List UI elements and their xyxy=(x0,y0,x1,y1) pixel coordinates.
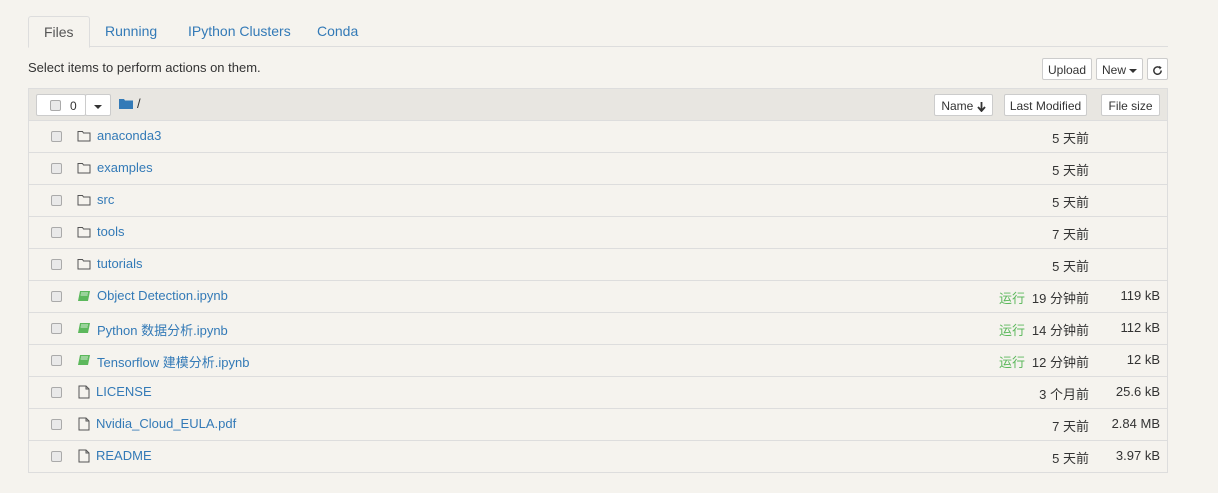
last-modified: 7 天前 xyxy=(1052,227,1089,242)
last-modified: 5 天前 xyxy=(1052,259,1089,274)
item-checkbox[interactable] xyxy=(51,451,62,462)
folder-icon xyxy=(77,131,91,142)
last-modified: 7 天前 xyxy=(1052,419,1089,434)
file-list-header: 0 / Name Last Modified File size xyxy=(29,89,1167,121)
item-name-link[interactable]: Object Detection.ipynb xyxy=(97,288,228,303)
last-modified: 5 天前 xyxy=(1052,451,1089,466)
file-icon xyxy=(78,449,90,463)
list-item[interactable]: tutorials 5 天前 xyxy=(29,249,1167,281)
list-item[interactable]: README 5 天前 3.97 kB xyxy=(29,441,1167,473)
item-checkbox[interactable] xyxy=(51,419,62,430)
item-name-link[interactable]: tools xyxy=(97,224,124,239)
folder-icon xyxy=(119,99,133,109)
file-list-panel: 0 / Name Last Modified File size anacond… xyxy=(28,88,1168,473)
item-name-link[interactable]: anaconda3 xyxy=(97,128,161,143)
tab-running[interactable]: Running xyxy=(105,16,157,46)
last-modified: 5 天前 xyxy=(1052,195,1089,210)
sort-by-name-button[interactable]: Name xyxy=(934,94,993,116)
item-name-link[interactable]: Nvidia_Cloud_EULA.pdf xyxy=(96,416,236,431)
last-modified: 5 天前 xyxy=(1052,131,1089,146)
list-item[interactable]: LICENSE 3 个月前 25.6 kB xyxy=(29,377,1167,409)
item-checkbox[interactable] xyxy=(51,227,62,238)
last-modified: 3 个月前 xyxy=(1039,387,1089,402)
new-dropdown-button[interactable]: New xyxy=(1096,58,1143,80)
item-name-link[interactable]: README xyxy=(96,448,152,463)
list-item[interactable]: Python 数据分析.ipynb 运行 14 分钟前 112 kB xyxy=(29,313,1167,345)
list-item[interactable]: Object Detection.ipynb 运行 19 分钟前 119 kB xyxy=(29,281,1167,313)
item-checkbox[interactable] xyxy=(51,259,62,270)
item-name-link[interactable]: LICENSE xyxy=(96,384,152,399)
refresh-icon xyxy=(1153,66,1162,76)
select-message: Select items to perform actions on them. xyxy=(28,60,261,75)
item-checkbox[interactable] xyxy=(51,131,62,142)
caret-down-icon xyxy=(1129,68,1137,73)
tab-bar: Files Running IPython Clusters Conda xyxy=(28,16,1168,48)
select-all-button[interactable]: 0 xyxy=(36,94,86,116)
item-checkbox[interactable] xyxy=(51,163,62,174)
item-name-link[interactable]: Tensorflow 建模分析.ipynb xyxy=(97,352,249,371)
sort-by-size-button[interactable]: File size xyxy=(1101,94,1160,116)
item-checkbox[interactable] xyxy=(51,387,62,398)
tab-files[interactable]: Files xyxy=(28,16,90,48)
last-modified: 12 分钟前 xyxy=(1031,355,1089,370)
select-all-checkbox[interactable] xyxy=(50,100,61,111)
running-indicator: 运行 xyxy=(999,291,1026,306)
file-size: 12 kB xyxy=(1126,352,1160,367)
list-item[interactable]: tools 7 天前 xyxy=(29,217,1167,249)
upload-button[interactable]: Upload xyxy=(1042,58,1092,80)
file-icon xyxy=(78,417,90,431)
tab-ipython-clusters[interactable]: IPython Clusters xyxy=(188,16,291,46)
file-size: 25.6 kB xyxy=(1115,384,1160,399)
running-indicator: 运行 xyxy=(999,355,1026,370)
file-size: 112 kB xyxy=(1120,320,1160,335)
list-item[interactable]: examples 5 天前 xyxy=(29,153,1167,185)
caret-down-icon xyxy=(94,104,102,109)
select-dropdown-button[interactable] xyxy=(85,94,111,116)
item-checkbox[interactable] xyxy=(51,323,62,334)
item-checkbox[interactable] xyxy=(51,291,62,302)
notebook-icon xyxy=(78,355,90,365)
list-item[interactable]: Nvidia_Cloud_EULA.pdf 7 天前 2.84 MB xyxy=(29,409,1167,441)
file-size: 2.84 MB xyxy=(1111,416,1160,431)
refresh-button[interactable] xyxy=(1147,58,1168,80)
notebook-icon xyxy=(78,323,90,333)
list-item[interactable]: src 5 天前 xyxy=(29,185,1167,217)
breadcrumb-path[interactable]: / xyxy=(137,96,141,111)
notebook-icon xyxy=(78,291,90,301)
item-checkbox[interactable] xyxy=(51,355,62,366)
list-item[interactable]: Tensorflow 建模分析.ipynb 运行 12 分钟前 12 kB xyxy=(29,345,1167,377)
arrow-down-icon xyxy=(976,101,986,113)
sort-name-label: Name xyxy=(941,99,974,113)
new-label: New xyxy=(1101,63,1126,77)
item-name-link[interactable]: tutorials xyxy=(97,256,143,271)
item-checkbox[interactable] xyxy=(51,195,62,206)
folder-icon xyxy=(77,259,91,270)
sort-by-modified-button[interactable]: Last Modified xyxy=(1004,94,1087,116)
folder-icon xyxy=(77,227,91,238)
item-name-link[interactable]: Python 数据分析.ipynb xyxy=(97,320,228,339)
running-indicator: 运行 xyxy=(999,323,1026,338)
tab-conda[interactable]: Conda xyxy=(317,16,358,46)
item-name-link[interactable]: src xyxy=(97,192,114,207)
file-size: 119 kB xyxy=(1120,288,1160,303)
folder-icon xyxy=(77,195,91,206)
item-name-link[interactable]: examples xyxy=(97,160,153,175)
list-item[interactable]: anaconda3 5 天前 xyxy=(29,121,1167,153)
folder-icon xyxy=(77,163,91,174)
last-modified: 19 分钟前 xyxy=(1031,291,1089,306)
selected-count: 0 xyxy=(70,99,77,113)
last-modified: 5 天前 xyxy=(1052,163,1089,178)
file-size: 3.97 kB xyxy=(1115,448,1160,463)
file-icon xyxy=(78,385,90,399)
last-modified: 14 分钟前 xyxy=(1031,323,1089,338)
